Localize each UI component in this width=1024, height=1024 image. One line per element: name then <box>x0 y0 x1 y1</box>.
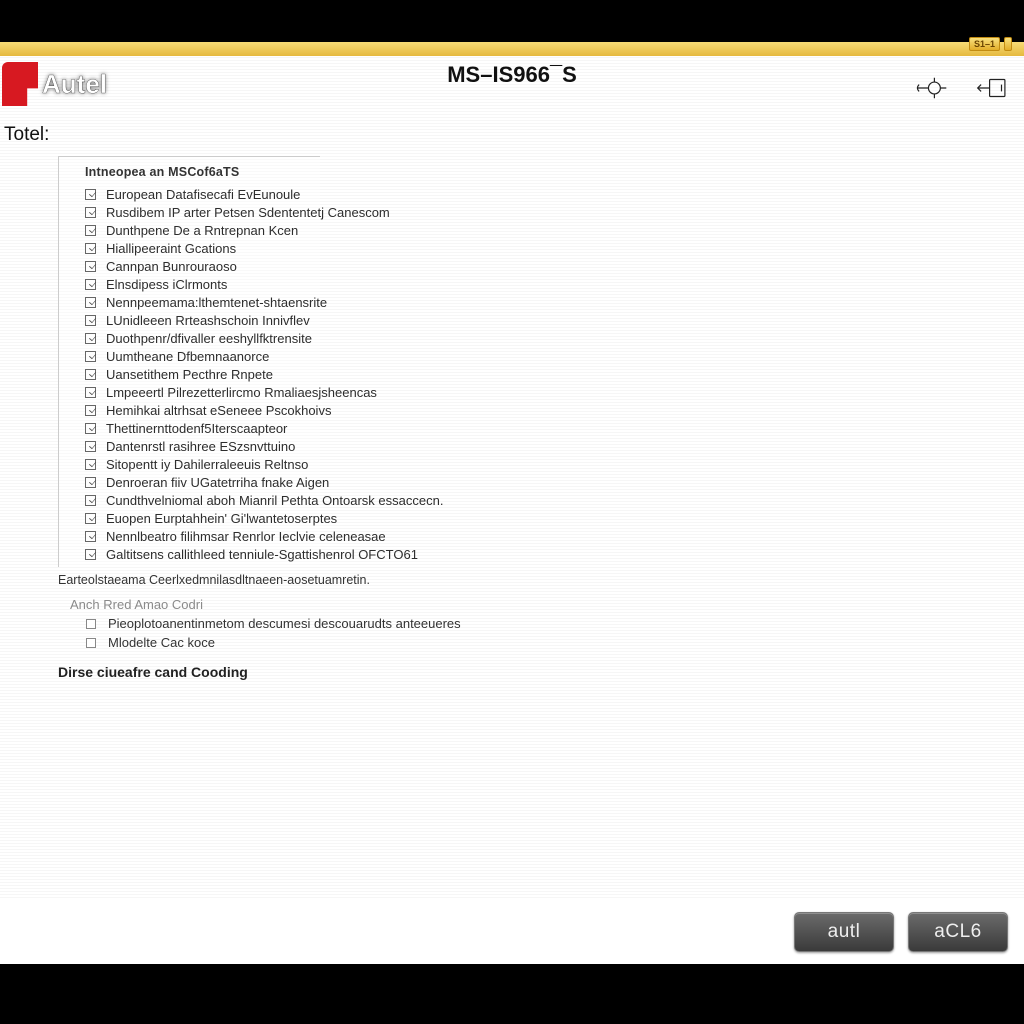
status-chip: S1–1 <box>969 37 1000 51</box>
target-icon[interactable] <box>914 74 948 107</box>
checkbox-icon[interactable] <box>85 279 96 290</box>
checkbox-icon[interactable] <box>85 513 96 524</box>
module-row-label: Denroeran fiiv UGatetrriha fnake Aigen <box>106 475 329 490</box>
brand-logo-mark <box>2 62 38 106</box>
module-row[interactable]: European Datafisecafi EvEunoule <box>59 185 320 203</box>
status-chip-mini <box>1004 37 1012 51</box>
app-body: Totel: Intneopea an MSCof6aTS European D… <box>0 114 1024 900</box>
checkbox-icon[interactable] <box>85 243 96 254</box>
checkbox-icon[interactable] <box>85 495 96 506</box>
footer-button-secondary[interactable]: aCL6 <box>908 912 1008 952</box>
module-row-label: Hemihkai altrhsat eSeneee Pscokhoivs <box>106 403 331 418</box>
module-row[interactable]: Uansetithem Pecthre Rnpete <box>59 365 320 383</box>
module-row-label: Rusdibem IP arter Petsen Sdententetj Can… <box>106 205 390 220</box>
module-row-label: Galtitsens callithleed tenniule-Sgattish… <box>106 547 418 562</box>
module-row-label: Duothpenr/dfivaller eeshyllfktrensite <box>106 331 312 346</box>
brand-logo-text: Autel <box>42 69 107 100</box>
module-row-label: Elnsdipess iClrmonts <box>106 277 227 292</box>
checkbox-icon[interactable] <box>85 477 96 488</box>
page-title: MS–IS966¯S <box>0 62 1024 88</box>
checkbox-icon[interactable] <box>85 369 96 380</box>
checkbox-empty-icon[interactable] <box>86 638 96 648</box>
module-row[interactable]: Galtitsens callithleed tenniule-Sgattish… <box>59 545 320 563</box>
checkbox-icon[interactable] <box>85 333 96 344</box>
checkbox-icon[interactable] <box>85 423 96 434</box>
module-row-label: European Datafisecafi EvEunoule <box>106 187 300 202</box>
app-footer: autl aCL6 <box>0 900 1024 964</box>
checkbox-icon[interactable] <box>85 315 96 326</box>
checkbox-icon[interactable] <box>85 207 96 218</box>
module-row[interactable]: Euopen Eurptahhein' Gi'lwantetoserptes <box>59 509 320 527</box>
module-row[interactable]: Dantenrstl rasihree ESzsnvttuino <box>59 437 320 455</box>
module-row-label: Dantenrstl rasihree ESzsnvttuino <box>106 439 295 454</box>
brand-logo: Autel <box>2 62 107 106</box>
options-subheader: Anch Rred Amao Codri <box>70 597 1022 612</box>
checkbox-icon[interactable] <box>85 405 96 416</box>
checkbox-icon[interactable] <box>85 297 96 308</box>
module-row-label: Hiallipeeraint Gcations <box>106 241 236 256</box>
checkbox-icon[interactable] <box>85 189 96 200</box>
module-row[interactable]: Dunthpene De a Rntrepnan Kcen <box>59 221 320 239</box>
module-row[interactable]: Hiallipeeraint Gcations <box>59 239 320 257</box>
checkbox-icon[interactable] <box>85 549 96 560</box>
module-panel: Intneopea an MSCof6aTS European Datafise… <box>58 156 320 567</box>
section-title: Dirse ciueafre cand Cooding <box>58 664 1022 680</box>
option-row-label: Mlodelte Cac koce <box>108 635 215 650</box>
module-row[interactable]: Cannpan Bunrouraoso <box>59 257 320 275</box>
module-row-label: Cannpan Bunrouraoso <box>106 259 237 274</box>
status-chip-group: S1–1 <box>969 37 1012 51</box>
module-row[interactable]: Denroeran fiiv UGatetrriha fnake Aigen <box>59 473 320 491</box>
checkbox-icon[interactable] <box>85 441 96 452</box>
module-row-label: Uumtheane Dfbemnaanorce <box>106 349 269 364</box>
exit-icon[interactable] <box>976 74 1010 107</box>
option-row[interactable]: Pieoplotoanentinmetom descumesi descouar… <box>86 616 1022 631</box>
footer-button-primary[interactable]: autl <box>794 912 894 952</box>
panel-caption: Earteolstaeama Ceerlxedmnilasdltnaeen-ao… <box>58 573 1022 587</box>
checkbox-icon[interactable] <box>85 387 96 398</box>
panel-title: Intneopea an MSCof6aTS <box>59 163 320 185</box>
checkbox-icon[interactable] <box>85 351 96 362</box>
checkbox-icon[interactable] <box>85 225 96 236</box>
module-row-label: Dunthpene De a Rntrepnan Kcen <box>106 223 298 238</box>
module-row[interactable]: Rusdibem IP arter Petsen Sdententetj Can… <box>59 203 320 221</box>
module-row[interactable]: Nennpeemama:lthemtenet-shtaensrite <box>59 293 320 311</box>
checkbox-empty-icon[interactable] <box>86 619 96 629</box>
module-row-label: LUnidleeen Rrteashschoin Innivflev <box>106 313 310 328</box>
module-row-label: Thettinernttodenf5Iterscaapteor <box>106 421 287 436</box>
module-row[interactable]: Cundthvelniomal aboh Mianril Pethta Onto… <box>59 491 320 509</box>
module-row-label: Nennpeemama:lthemtenet-shtaensrite <box>106 295 327 310</box>
module-row-label: Nennlbeatro filihmsar Renrlor Ieclvie ce… <box>106 529 386 544</box>
checkbox-icon[interactable] <box>85 459 96 470</box>
option-row-label: Pieoplotoanentinmetom descumesi descouar… <box>108 616 461 631</box>
module-row[interactable]: Thettinernttodenf5Iterscaapteor <box>59 419 320 437</box>
module-row[interactable]: Sitopentt iy Dahilerraleeuis Reltnso <box>59 455 320 473</box>
checkbox-icon[interactable] <box>85 531 96 542</box>
module-row[interactable]: Hemihkai altrhsat eSeneee Pscokhoivs <box>59 401 320 419</box>
module-row[interactable]: Duothpenr/dfivaller eeshyllfktrensite <box>59 329 320 347</box>
module-row-label: Euopen Eurptahhein' Gi'lwantetoserptes <box>106 511 337 526</box>
module-row[interactable]: LUnidleeen Rrteashschoin Innivflev <box>59 311 320 329</box>
app-header: MS–IS966¯S Autel <box>0 56 1024 114</box>
module-row-label: Lmpeeertl Pilrezetterlircmo Rmaliaesjshe… <box>106 385 377 400</box>
module-row-label: Cundthvelniomal aboh Mianril Pethta Onto… <box>106 493 443 508</box>
checkbox-icon[interactable] <box>85 261 96 272</box>
module-row[interactable]: Elnsdipess iClrmonts <box>59 275 320 293</box>
module-row[interactable]: Lmpeeertl Pilrezetterlircmo Rmaliaesjshe… <box>59 383 320 401</box>
total-label: Totel: <box>2 120 1022 152</box>
option-row[interactable]: Mlodelte Cac koce <box>86 635 1022 650</box>
module-row[interactable]: Nennlbeatro filihmsar Renrlor Ieclvie ce… <box>59 527 320 545</box>
module-row[interactable]: Uumtheane Dfbemnaanorce <box>59 347 320 365</box>
module-row-label: Uansetithem Pecthre Rnpete <box>106 367 273 382</box>
gold-strip <box>0 42 1024 56</box>
module-row-label: Sitopentt iy Dahilerraleeuis Reltnso <box>106 457 308 472</box>
